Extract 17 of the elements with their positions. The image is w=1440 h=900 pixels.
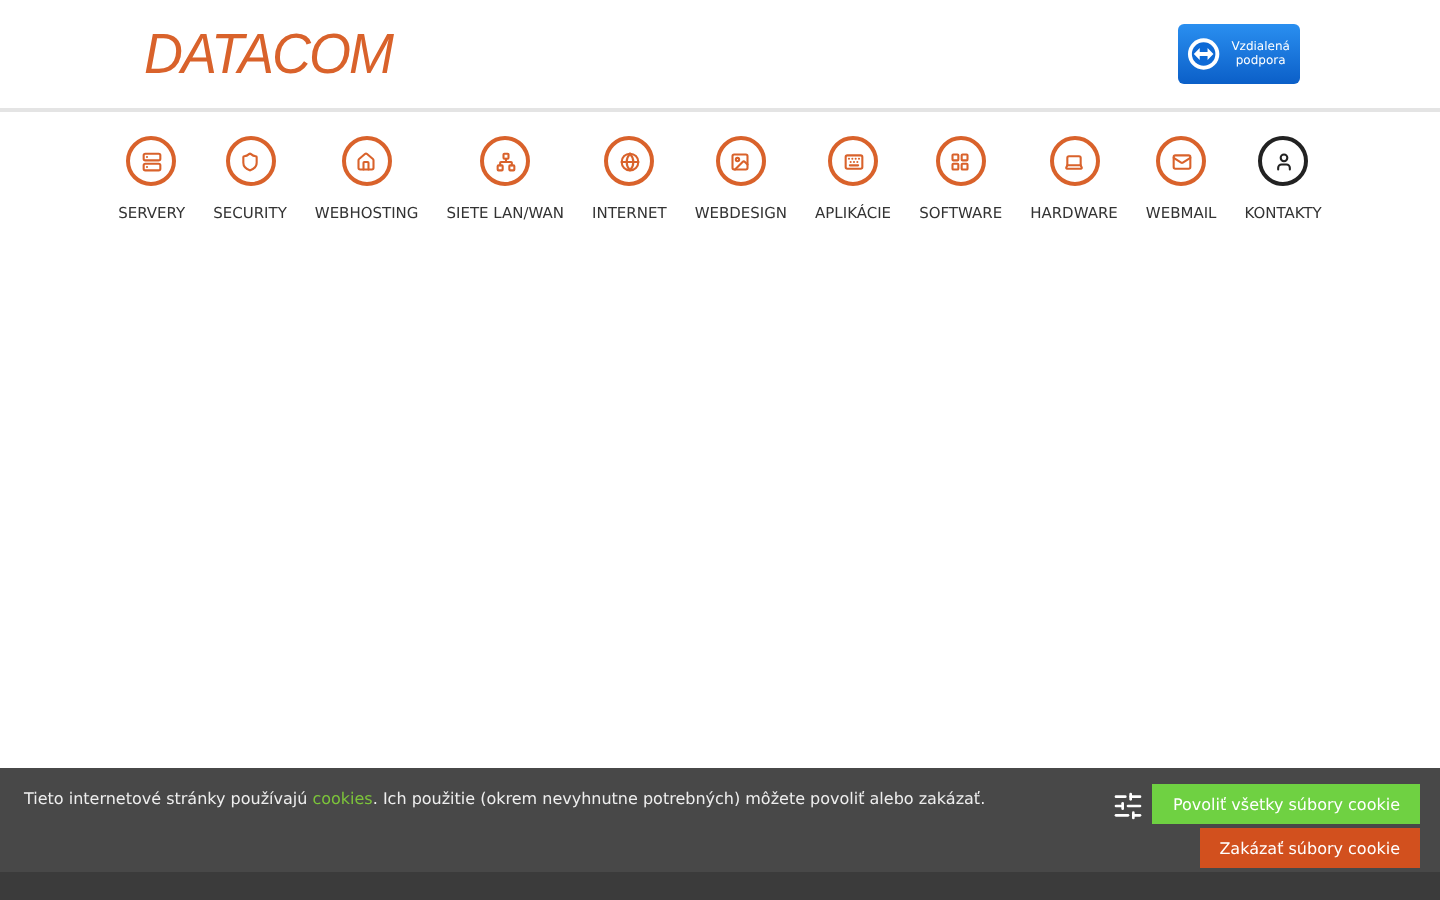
shield-icon xyxy=(225,136,275,186)
settings-icon[interactable] xyxy=(1112,790,1145,822)
cookies-link[interactable]: cookies xyxy=(312,790,373,808)
logo[interactable]: DATACOM xyxy=(144,21,392,87)
keyboard-icon xyxy=(828,136,879,186)
reject-button[interactable]: Zakázať súbory cookie xyxy=(1199,828,1420,868)
image-icon xyxy=(715,136,766,186)
globe-icon xyxy=(604,136,655,186)
server-icon xyxy=(126,136,177,186)
arrows-icon xyxy=(1186,36,1222,72)
mail-icon xyxy=(1156,136,1207,186)
network-icon xyxy=(480,136,531,186)
house-icon xyxy=(341,136,392,186)
laptop-icon xyxy=(1049,136,1099,186)
user-icon xyxy=(1258,136,1309,186)
grid-icon xyxy=(935,136,986,186)
cookie-message: Tieto internetové stránky používajú cookies. Ich použitie (okrem nevyhnutne potrebných) môžete povoliť alebo zakázať. xyxy=(24,788,988,808)
